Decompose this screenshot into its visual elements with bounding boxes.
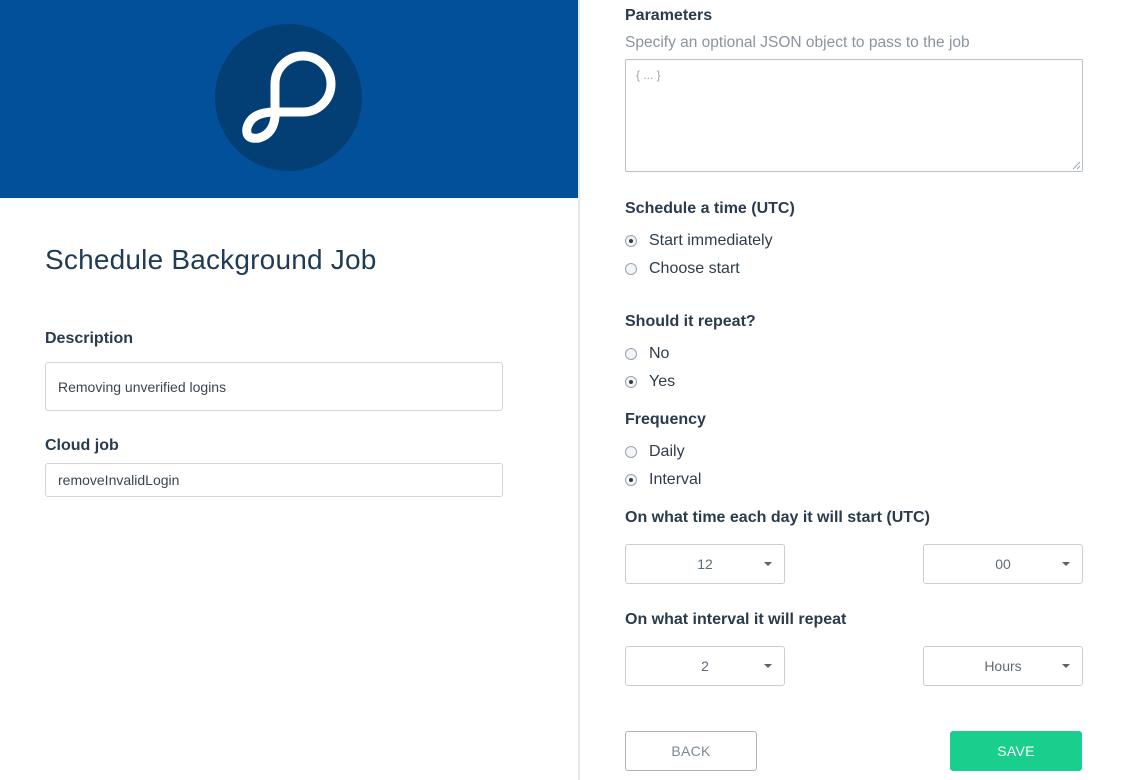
radio-label: Yes — [649, 373, 676, 390]
radio-start-immediately[interactable]: Start immediately — [625, 231, 773, 251]
radio-repeat-yes[interactable]: Yes — [625, 372, 675, 392]
chevron-down-icon — [764, 562, 772, 566]
chevron-down-icon — [764, 664, 772, 668]
save-button[interactable]: SAVE — [950, 731, 1082, 771]
hour-select[interactable]: 12 — [625, 544, 785, 584]
start-time-label: On what time each day it will start (UTC… — [625, 509, 930, 526]
parse-logo-icon — [215, 24, 362, 171]
interval-value: 2 — [701, 658, 709, 674]
left-panel: Schedule Background Job Description Remo… — [0, 0, 578, 780]
radio-label: Daily — [649, 443, 685, 460]
parse-logo-glyph — [242, 51, 336, 143]
resize-grip-icon[interactable] — [1071, 160, 1081, 170]
cloud-job-input[interactable]: removeInvalidLogin — [45, 463, 503, 497]
chevron-down-icon — [1062, 664, 1070, 668]
chevron-down-icon — [1062, 562, 1070, 566]
radio-label: Choose start — [649, 260, 740, 277]
minute-select[interactable]: 00 — [923, 544, 1083, 584]
minute-value: 00 — [995, 556, 1011, 572]
description-input[interactable]: Removing unverified logins — [45, 362, 503, 411]
interval-value-select[interactable]: 2 — [625, 646, 785, 686]
hour-value: 12 — [697, 556, 713, 572]
parameters-textarea[interactable]: { ... } — [625, 59, 1083, 172]
radio-checked-icon[interactable] — [625, 235, 637, 247]
description-label: Description — [45, 330, 134, 347]
cloud-job-label: Cloud job — [45, 437, 119, 454]
radio-label: Start immediately — [649, 232, 773, 249]
parameters-placeholder: { ... } — [636, 68, 661, 82]
interval-unit: Hours — [984, 658, 1022, 674]
parameters-label: Parameters — [625, 7, 713, 24]
radio-unchecked-icon[interactable] — [625, 348, 637, 360]
interval-label: On what interval it will repeat — [625, 611, 847, 628]
radio-label: Interval — [649, 471, 702, 488]
radio-unchecked-icon[interactable] — [625, 446, 637, 458]
schedule-label: Schedule a time (UTC) — [625, 200, 795, 217]
radio-frequency-daily[interactable]: Daily — [625, 442, 685, 462]
radio-unchecked-icon[interactable] — [625, 263, 637, 275]
radio-repeat-no[interactable]: No — [625, 344, 669, 364]
hero-banner — [0, 0, 578, 198]
parameters-hint: Specify an optional JSON object to pass … — [625, 34, 970, 51]
back-button[interactable]: BACK — [625, 731, 757, 771]
repeat-label: Should it repeat? — [625, 313, 756, 330]
radio-frequency-interval[interactable]: Interval — [625, 470, 701, 490]
radio-label: No — [649, 345, 670, 362]
interval-unit-select[interactable]: Hours — [923, 646, 1083, 686]
page-title: Schedule Background Job — [45, 244, 377, 275]
radio-checked-icon[interactable] — [625, 474, 637, 486]
frequency-label: Frequency — [625, 411, 706, 428]
radio-checked-icon[interactable] — [625, 376, 637, 388]
right-panel: Parameters Specify an optional JSON obje… — [580, 0, 1148, 780]
radio-choose-start[interactable]: Choose start — [625, 259, 740, 279]
